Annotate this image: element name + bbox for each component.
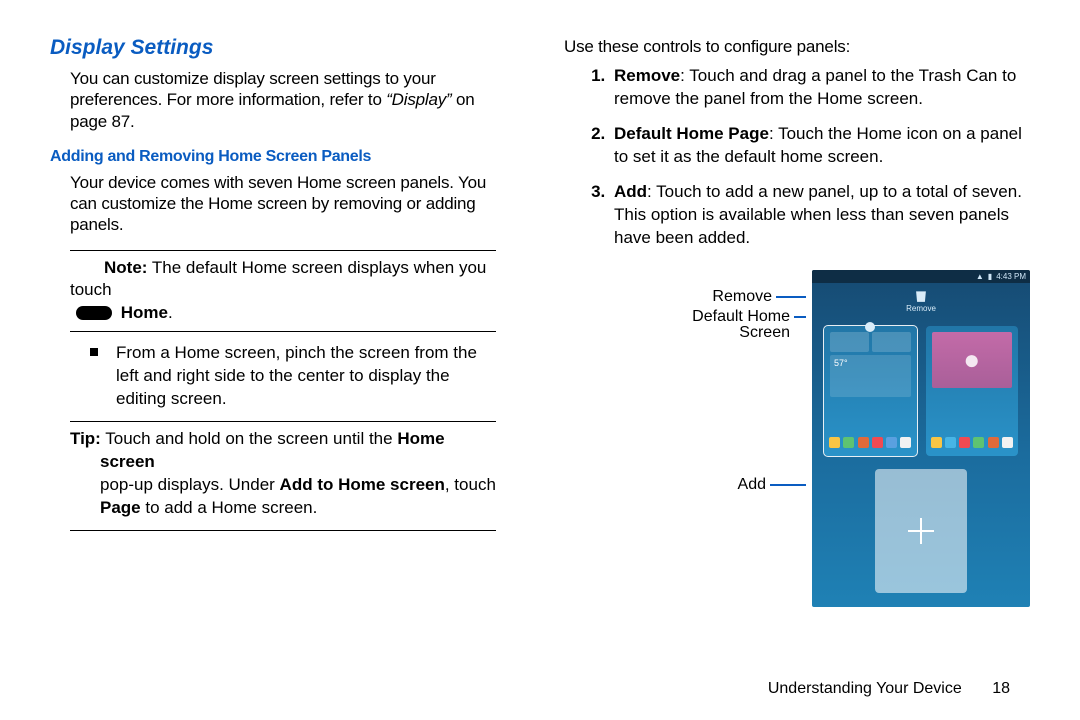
panel-dock-2: [931, 437, 1014, 451]
panel-dock-1: [829, 437, 912, 451]
trash-icon: [914, 288, 928, 302]
step-default-home: Default Home Page: Touch the Home icon o…: [610, 123, 1030, 169]
weather-temp: 57°: [834, 358, 848, 368]
note-label: Note:: [104, 258, 147, 277]
steps-list: Remove: Touch and drag a panel to the Tr…: [584, 65, 1030, 262]
footer-section: Understanding Your Device: [768, 680, 962, 697]
callout-add: Add: [738, 476, 766, 494]
remove-label: Remove: [906, 304, 936, 313]
status-time: 4:43 PM: [996, 272, 1026, 281]
home-button-icon: [76, 306, 112, 320]
footer-page-number: 18: [992, 680, 1010, 698]
remove-trash-zone: Remove: [906, 288, 936, 313]
bullet-pinch-instruction: From a Home screen, pinch the screen fro…: [90, 342, 496, 411]
step-remove: Remove: Touch and drag a panel to the Tr…: [610, 65, 1030, 111]
cross-ref-display: “Display”: [386, 90, 451, 109]
status-bar: ▲ ▮ 4:43 PM: [812, 270, 1030, 283]
panel-row: 57° ●: [824, 326, 1018, 456]
home-indicator-icon: [865, 322, 875, 332]
page-footer: Understanding Your Device 18: [768, 680, 1010, 698]
tip-block: Tip: Touch and hold on the screen until …: [70, 421, 496, 531]
left-column: Display Settings You can customize displ…: [50, 36, 516, 607]
right-column: Use these controls to configure panels: …: [564, 36, 1030, 607]
tip-label: Tip:: [70, 429, 101, 448]
panel-default-home: 57°: [824, 326, 917, 456]
step-add: Add: Touch to add a new panel, up to a t…: [610, 181, 1030, 250]
note-block: Note: The default Home screen displays w…: [70, 250, 496, 333]
plus-icon: [908, 518, 934, 544]
subheading-adding-removing: Adding and Removing Home Screen Panels: [50, 148, 516, 166]
heading-display-settings: Display Settings: [50, 36, 516, 60]
figure-area: Remove Default Home Screen Add: [688, 270, 1030, 607]
callout-remove: Remove: [712, 288, 772, 306]
device-screenshot: ▲ ▮ 4:43 PM Remove 57°: [812, 270, 1030, 607]
bullet-square-icon: [90, 348, 98, 356]
figure-callout-labels: Remove Default Home Screen Add: [688, 270, 806, 607]
controls-lead: Use these controls to configure panels:: [564, 36, 1030, 57]
wifi-icon: ▲: [976, 272, 984, 281]
callout-default-b: Screen: [739, 324, 790, 342]
battery-icon: ▮: [988, 272, 992, 281]
add-panel-tile: [875, 469, 967, 593]
note-home: Home: [116, 303, 168, 322]
intro-paragraph: You can customize display screen setting…: [70, 68, 516, 132]
panels-intro: Your device comes with seven Home screen…: [70, 172, 516, 236]
panel-secondary: ●: [926, 326, 1019, 456]
panel-header-graphic: ●: [932, 332, 1013, 388]
